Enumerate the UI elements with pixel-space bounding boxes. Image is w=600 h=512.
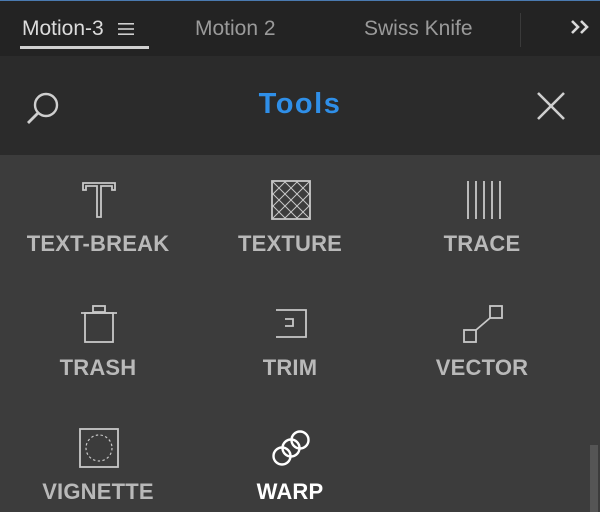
tab-label: Motion-3 xyxy=(22,17,104,40)
tool-trim[interactable]: TRIM xyxy=(194,279,386,389)
tool-label: VECTOR xyxy=(435,355,529,380)
tool-label: WARP xyxy=(256,479,324,504)
close-icon[interactable] xyxy=(536,91,566,121)
tool-label: TRASH xyxy=(59,355,137,380)
tool-texture[interactable]: TEXTURE xyxy=(194,155,386,265)
tab-divider xyxy=(520,13,521,47)
tool-text-break[interactable]: TEXT-BREAK xyxy=(2,155,194,265)
tools-grid: TEXT-BREAK TEXTURE TRACE TRASH TRIM VECT… xyxy=(0,155,600,512)
text-break-icon xyxy=(82,182,116,218)
trim-icon xyxy=(276,309,307,338)
active-tab-indicator xyxy=(20,46,149,49)
trace-icon xyxy=(467,181,501,219)
vignette-icon xyxy=(79,428,119,468)
tool-label: VIGNETTE xyxy=(42,479,154,504)
scrollbar[interactable] xyxy=(590,445,598,512)
tool-vignette[interactable]: VIGNETTE xyxy=(2,403,194,512)
tool-vector[interactable]: VECTOR xyxy=(386,279,578,389)
tool-warp[interactable]: WARP xyxy=(194,403,386,512)
tool-label: TEXT-BREAK xyxy=(26,231,170,256)
warp-icon xyxy=(272,430,310,466)
tab-swiss-knife[interactable]: Swiss Knife xyxy=(364,1,473,57)
panel-title: Tools xyxy=(258,88,342,120)
tools-panel: Motion-3 Motion 2 Swiss Knife Tools TEXT… xyxy=(0,0,600,512)
tool-label: TEXTURE xyxy=(237,231,343,256)
tool-label: TRACE xyxy=(443,231,521,256)
double-chevron-right-icon[interactable] xyxy=(569,17,593,37)
trash-icon xyxy=(81,305,117,343)
panel-header: Tools xyxy=(0,56,600,155)
vector-icon xyxy=(463,305,503,343)
tool-trace[interactable]: TRACE xyxy=(386,155,578,265)
texture-icon xyxy=(271,180,311,220)
menu-icon[interactable] xyxy=(117,22,134,36)
tab-bar: Motion-3 Motion 2 Swiss Knife xyxy=(0,0,600,56)
tab-label: Motion 2 xyxy=(195,17,276,40)
tab-motion-2[interactable]: Motion 2 xyxy=(195,1,276,57)
tool-label: TRIM xyxy=(262,355,318,380)
tool-trash[interactable]: TRASH xyxy=(2,279,194,389)
tab-label: Swiss Knife xyxy=(364,17,473,40)
